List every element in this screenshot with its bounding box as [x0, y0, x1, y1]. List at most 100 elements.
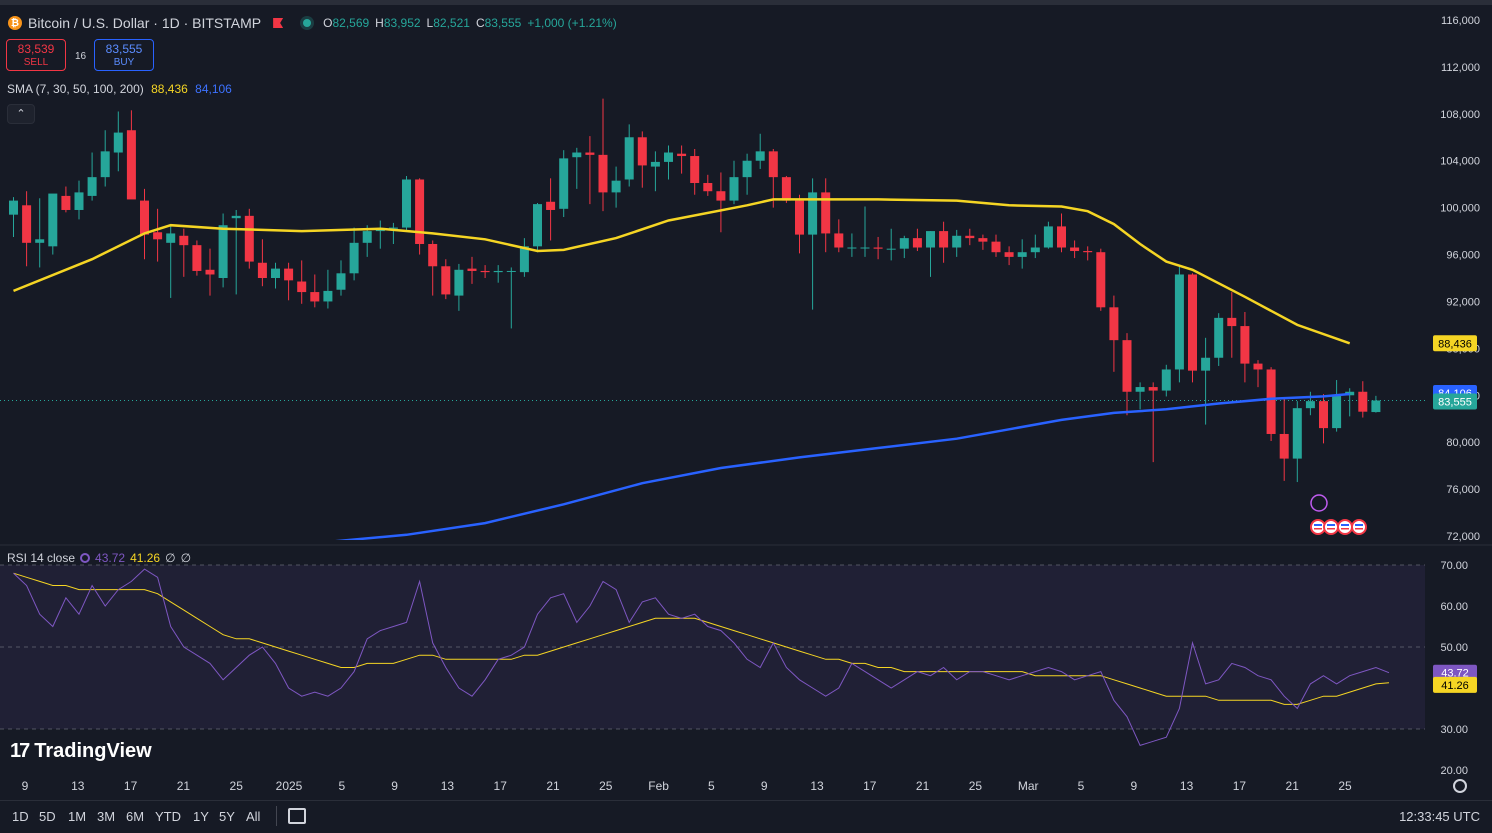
candle — [690, 149, 700, 195]
price-tick-label: 112,000 — [1441, 62, 1480, 74]
collapse-legend-button[interactable]: ⌃ — [7, 104, 35, 124]
time-tick-label: 25 — [599, 779, 613, 793]
candle-body — [1240, 326, 1250, 364]
rsi-tick-label: 60.00 — [1440, 601, 1468, 613]
candle-body — [1358, 391, 1368, 412]
candle — [48, 193, 58, 255]
candle-body — [218, 225, 228, 278]
time-tick-label: 13 — [810, 779, 824, 793]
tradingview-logo[interactable]: 17 TradingView — [10, 740, 152, 763]
sell-label: SELL — [23, 57, 49, 68]
candle-body — [323, 290, 333, 302]
timeframe-1y[interactable]: 1Y — [193, 809, 209, 824]
candle-body — [48, 193, 58, 247]
candle-body — [690, 156, 700, 184]
timeframe-3m[interactable]: 3M — [97, 809, 115, 824]
candle — [637, 131, 647, 188]
tradingview-logo-text: TradingView — [34, 740, 152, 762]
settings-icon[interactable] — [1453, 779, 1467, 793]
candle-body — [886, 248, 896, 250]
candle-body — [1017, 252, 1027, 257]
timeframe-5d[interactable]: 5D — [39, 809, 56, 824]
economic-event-icon — [1351, 519, 1367, 535]
calendar-icon[interactable] — [288, 808, 306, 824]
candle-body — [965, 235, 975, 239]
buy-label: BUY — [113, 57, 135, 68]
candle-body — [781, 177, 791, 201]
candle-body — [716, 191, 726, 201]
candle-body — [559, 158, 569, 209]
price-tick-label: 104,000 — [1440, 156, 1480, 168]
candle-body — [74, 192, 84, 210]
candle-body — [1161, 369, 1171, 391]
candle-body — [860, 247, 870, 249]
candle — [1358, 381, 1368, 418]
rsi-legend[interactable]: RSI 14 close 43.72 41.26 ∅ ∅ — [7, 551, 191, 565]
candle-body — [441, 266, 451, 295]
candle-body — [546, 201, 556, 210]
candle-body — [585, 152, 595, 155]
timeframe-ytd[interactable]: YTD — [155, 809, 181, 824]
toolbar-divider — [276, 806, 277, 826]
candle-body — [1214, 317, 1224, 358]
time-tick-label: Feb — [648, 779, 669, 793]
buy-button[interactable]: 83,555 BUY — [94, 39, 154, 71]
time-tick-label: 9 — [761, 779, 768, 793]
candle-body — [755, 151, 765, 161]
timeframe-1m[interactable]: 1M — [68, 809, 86, 824]
candle — [35, 198, 45, 268]
candle-body — [1122, 340, 1132, 392]
clock[interactable]: 12:33:45 UTC — [1399, 809, 1480, 824]
candle-body — [847, 247, 857, 249]
candle-body — [192, 245, 202, 271]
timeframe-all[interactable]: All — [246, 809, 260, 824]
candle-body — [166, 233, 176, 243]
candle-body — [506, 270, 516, 272]
candle-body — [428, 243, 438, 267]
candle — [1319, 394, 1328, 444]
timeframe-6m[interactable]: 6M — [126, 809, 144, 824]
time-tick-label: 2025 — [276, 779, 303, 793]
candle — [834, 219, 844, 253]
symbol-title[interactable]: Bitcoin / U.S. Dollar · 1D · BITSTAMP — [28, 15, 261, 31]
candle — [650, 151, 660, 192]
candle — [821, 178, 831, 253]
candle-body — [493, 270, 503, 273]
candle — [1214, 313, 1224, 366]
candle — [1201, 337, 1211, 425]
symbol-header[interactable]: ₿ Bitcoin / U.S. Dollar · 1D · BITSTAMP … — [8, 14, 617, 32]
candle — [388, 222, 398, 244]
candle-body — [611, 180, 621, 193]
candle — [965, 228, 975, 246]
time-tick-label: 5 — [1078, 779, 1085, 793]
sell-button[interactable]: 83,539 SELL — [6, 39, 66, 71]
flag-icon[interactable] — [273, 18, 284, 28]
candle-body — [1332, 395, 1342, 429]
candle-body — [1279, 433, 1289, 459]
candle — [271, 262, 280, 289]
time-tick-label: 9 — [1130, 779, 1137, 793]
candle — [1083, 246, 1093, 261]
candle-body — [35, 239, 45, 243]
timeframe-5y[interactable]: 5Y — [219, 809, 235, 824]
chart-canvas[interactable]: 116,000 112,000 108,000 104,000 100,000 96,00… — [0, 5, 1492, 800]
timeframe-1d[interactable]: 1D — [12, 809, 29, 824]
rsi-settings-icon[interactable] — [80, 553, 91, 563]
candle-body — [1188, 274, 1197, 371]
candle-body — [1109, 307, 1119, 341]
candle-body — [926, 231, 935, 248]
price-tick-label: 80,000 — [1446, 437, 1480, 449]
candle — [1017, 239, 1027, 269]
candle — [9, 197, 18, 237]
candle-body — [795, 200, 804, 235]
candle — [349, 227, 359, 281]
spread-value: 16 — [75, 51, 87, 62]
candle-body — [1004, 252, 1014, 257]
candle-body — [952, 235, 962, 248]
candle-body — [768, 151, 778, 178]
candle-body — [1057, 226, 1066, 248]
time-tick-label: Mar — [1018, 779, 1039, 793]
bitcoin-icon: ₿ — [8, 16, 22, 30]
sma-legend[interactable]: SMA (7, 30, 50, 100, 200) 88,436 84,106 — [7, 82, 232, 96]
economic-event-icon — [1337, 519, 1353, 535]
